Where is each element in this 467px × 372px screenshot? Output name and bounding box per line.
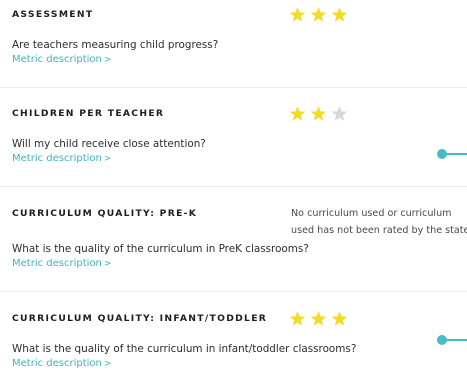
chevron-right-icon: > bbox=[103, 259, 112, 269]
section-divider bbox=[0, 87, 467, 88]
metric-description-link-assessment[interactable]: Metric description > bbox=[12, 54, 111, 65]
star-icon-empty bbox=[331, 106, 348, 121]
metric-note-prek: No curriculum used or curriculum used ha… bbox=[291, 205, 467, 239]
chevron-right-icon: > bbox=[103, 154, 112, 164]
section-divider bbox=[0, 186, 467, 187]
metric-question-children-per-teacher: Will my child receive close attention? bbox=[12, 138, 206, 150]
metric-note-line: used has not been rated by the state bbox=[291, 225, 467, 236]
metric-description-link-curriculum-prek[interactable]: Metric description > bbox=[12, 258, 111, 269]
metric-description-link-curriculum-infant-toddler[interactable]: Metric description > bbox=[12, 358, 111, 369]
metrics-page: ASSESSMENT Are teachers measuring child … bbox=[0, 0, 467, 372]
star-icon-filled bbox=[331, 311, 348, 326]
star-icon-filled bbox=[310, 106, 327, 121]
star-icon-filled bbox=[310, 311, 327, 326]
section-divider bbox=[0, 291, 467, 292]
metric-question-curriculum-infant-toddler: What is the quality of the curriculum in… bbox=[12, 343, 357, 355]
metric-description-link-label: Metric description bbox=[12, 54, 102, 65]
metric-title-assessment: ASSESSMENT bbox=[12, 9, 94, 20]
star-icon-filled bbox=[331, 7, 348, 22]
metric-question-assessment: Are teachers measuring child progress? bbox=[12, 39, 219, 51]
chevron-right-icon: > bbox=[103, 55, 112, 65]
metric-note-line: No curriculum used or curriculum bbox=[291, 208, 452, 219]
slider-track bbox=[446, 339, 467, 341]
metric-title-children-per-teacher: CHILDREN PER TEACHER bbox=[12, 108, 165, 119]
slider-track bbox=[446, 153, 467, 155]
metric-description-link-label: Metric description bbox=[12, 153, 102, 164]
star-icon-filled bbox=[289, 7, 306, 22]
slider-handle-icon[interactable] bbox=[437, 149, 467, 159]
star-icon-filled bbox=[289, 311, 306, 326]
slider-handle-icon[interactable] bbox=[437, 335, 467, 345]
metric-title-curriculum-infant-toddler: CURRICULUM QUALITY: INFANT/TODDLER bbox=[12, 313, 268, 324]
metric-description-link-label: Metric description bbox=[12, 358, 102, 369]
slider-knob bbox=[437, 149, 447, 159]
metric-title-curriculum-prek: CURRICULUM QUALITY: PRE-K bbox=[12, 208, 198, 219]
metric-description-link-children-per-teacher[interactable]: Metric description > bbox=[12, 153, 111, 164]
star-icon-filled bbox=[289, 106, 306, 121]
metric-question-curriculum-prek: What is the quality of the curriculum in… bbox=[12, 243, 309, 255]
rating-stars-curriculum-infant-toddler bbox=[289, 310, 348, 327]
rating-stars-assessment bbox=[289, 6, 348, 23]
rating-stars-children-per-teacher bbox=[289, 105, 348, 122]
star-icon-filled bbox=[310, 7, 327, 22]
metric-description-link-label: Metric description bbox=[12, 258, 102, 269]
slider-knob bbox=[437, 335, 447, 345]
chevron-right-icon: > bbox=[103, 359, 112, 369]
